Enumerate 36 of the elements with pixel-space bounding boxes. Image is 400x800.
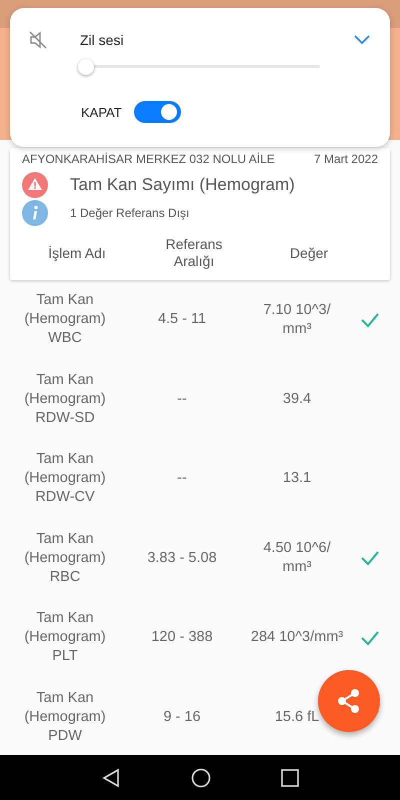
test-name: Tam Kan (Hemogram) RDW-SD (23, 370, 107, 428)
share-button[interactable] (318, 670, 380, 732)
column-header: Değer (290, 244, 328, 262)
test-title: Tam Kan Sayımı (Hemogram) (70, 175, 295, 195)
result-value: 284 10^3/mm³ (250, 628, 344, 648)
reference-range: -- (177, 469, 187, 488)
column-header: Referans Aralığı (164, 236, 224, 270)
recents-icon[interactable] (281, 768, 299, 786)
test-name: Tam Kan (Hemogram) WBC (23, 291, 107, 348)
toggle-switch[interactable] (134, 101, 181, 123)
result-value: 4.50 10^6/ mm³ (262, 539, 332, 578)
reference-range: -- (177, 390, 187, 409)
result-value: 7.10 10^3/ mm³ (262, 300, 332, 339)
home-icon[interactable] (191, 768, 211, 788)
institution-name: AFYONKARAHİSAR MERKEZ 032 NOLU AİLE (22, 152, 275, 166)
warning-icon (22, 172, 48, 198)
reference-range: 120 - 388 (151, 628, 213, 648)
column-header: İşlem Adı (48, 244, 106, 262)
chevron-down-icon[interactable] (354, 35, 370, 45)
reference-range: 4.5 - 11 (158, 310, 206, 330)
result-value: 13.1 (282, 469, 312, 488)
out-of-range-note: 1 Değer Referans Dışı (70, 206, 190, 220)
toggle-label: KAPAT (81, 104, 122, 120)
reference-range: 3.83 - 5.08 (147, 548, 217, 568)
muted-speaker-icon[interactable] (28, 30, 48, 50)
report-date: 7 Mart 2022 (314, 152, 378, 166)
test-name: Tam Kan (Hemogram) PDW (23, 688, 107, 746)
result-value: 39.4 (282, 390, 312, 409)
ringtone-label: Zil sesi (80, 32, 125, 48)
test-name: Tam Kan (Hemogram) PLT (23, 609, 107, 666)
info-icon (22, 200, 48, 226)
reference-range: 9 - 16 (163, 708, 201, 727)
back-icon[interactable] (101, 768, 121, 788)
test-name: Tam Kan (Hemogram) RBC (23, 530, 107, 587)
test-name: Tam Kan (Hemogram) RDW-CV (23, 450, 107, 508)
result-value: 15.6 fL (274, 708, 320, 727)
